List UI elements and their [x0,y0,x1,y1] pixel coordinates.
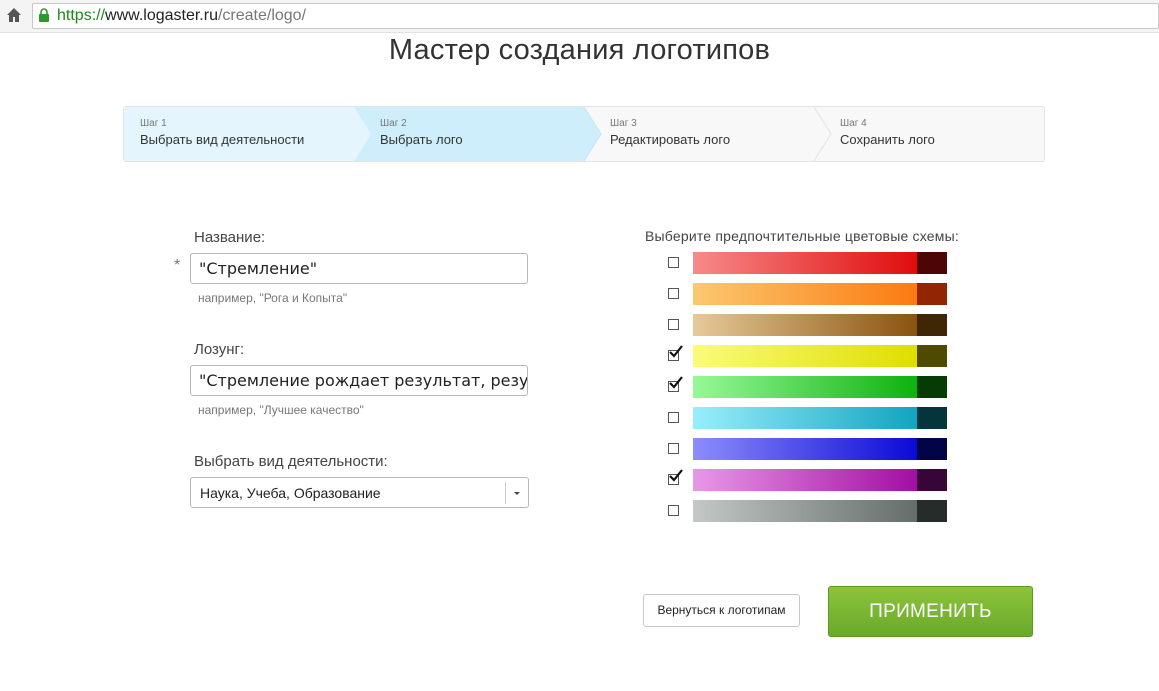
color-scheme-checkbox[interactable] [668,443,679,454]
activity-label: Выбрать вид деятельности: [194,453,388,470]
required-mark: * [174,257,181,274]
step-label: Выбрать лого [380,132,463,147]
step-number: Шаг 2 [380,118,407,129]
color-scheme-blue[interactable] [665,438,947,460]
color-dark-swatch[interactable] [917,283,947,305]
color-schemes-title: Выберите предпочтительные цветовые схемы… [645,228,959,244]
lock-icon [39,8,49,22]
step-1[interactable]: Шаг 1 Выбрать вид деятельности [140,118,304,147]
checkmark-icon [669,469,683,482]
dropdown-arrow[interactable] [505,482,528,504]
color-dark-swatch[interactable] [917,438,947,460]
name-label: Название: [194,229,266,246]
browser-address-bar: https://www.logaster.ru/create/logo/ [0,0,1159,33]
color-dark-swatch[interactable] [917,469,947,491]
url-path: /create/logo/ [217,7,307,24]
color-scheme-checkbox[interactable] [668,412,679,423]
color-gradient-bar[interactable] [693,376,917,398]
checkmark-icon [669,345,683,358]
color-scheme-checkbox[interactable] [668,257,679,268]
color-scheme-checkbox[interactable] [668,505,679,516]
color-gradient-bar[interactable] [693,345,917,367]
color-scheme-gray[interactable] [665,500,947,522]
color-scheme-yellow[interactable] [665,345,947,367]
step-number: Шаг 1 [140,118,167,129]
step-3: Шаг 3 Редактировать лого [610,118,730,147]
color-scheme-checkbox[interactable] [668,319,679,330]
color-scheme-green[interactable] [665,376,947,398]
home-icon[interactable] [6,7,22,23]
apply-button[interactable]: ПРИМЕНИТЬ [828,586,1033,637]
color-scheme-checkbox[interactable] [668,288,679,299]
page-title: Мастер создания логотипов [388,34,771,66]
color-dark-swatch[interactable] [917,500,947,522]
step-4: Шаг 4 Сохранить лого [840,118,935,147]
step-number: Шаг 3 [610,118,637,129]
color-dark-swatch[interactable] [917,314,947,336]
color-scheme-brown[interactable] [665,314,947,336]
back-to-logos-button[interactable]: Вернуться к логотипам [643,594,800,627]
color-gradient-bar[interactable] [693,438,917,460]
chevron-down-icon [514,492,520,495]
activity-select[interactable]: Наука, Учеба, Образование [190,477,529,508]
color-scheme-orange[interactable] [665,283,947,305]
step-label: Сохранить лого [840,132,935,147]
color-dark-swatch[interactable] [917,376,947,398]
color-dark-swatch[interactable] [917,407,947,429]
color-scheme-purple[interactable] [665,469,947,491]
color-scheme-cyan[interactable] [665,407,947,429]
slogan-label: Лозунг: [194,341,245,358]
step-2[interactable]: Шаг 2 Выбрать лого [380,118,463,147]
step-number: Шаг 4 [840,118,867,129]
color-gradient-bar[interactable] [693,283,917,305]
color-gradient-bar[interactable] [693,252,917,274]
slogan-input[interactable]: "Стремление рождает результат, резул [190,365,528,396]
step-label: Редактировать лого [610,132,731,147]
url-host: www.logaster.ru [105,7,218,24]
color-gradient-bar[interactable] [693,469,917,491]
step-label: Выбрать вид деятельности [140,132,305,147]
url-scheme: https:// [57,7,106,24]
color-dark-swatch[interactable] [917,252,947,274]
url-field[interactable]: https://www.logaster.ru/create/logo/ [32,3,1159,29]
url-text: https://www.logaster.ru/create/logo/ [57,7,306,25]
color-gradient-bar[interactable] [693,314,917,336]
wizard-steps: Шаг 1 Выбрать вид деятельности Шаг 2 Выб… [123,106,1045,162]
color-scheme-red[interactable] [665,252,947,274]
slogan-hint: например, "Лучшее качество" [198,403,364,417]
activity-selected-value: Наука, Учеба, Образование [200,485,381,501]
name-hint: например, "Рога и Копыта" [198,291,348,305]
color-dark-swatch[interactable] [917,345,947,367]
color-gradient-bar[interactable] [693,407,917,429]
checkmark-icon [669,376,683,389]
name-input[interactable]: "Стремление" [190,253,528,284]
color-gradient-bar[interactable] [693,500,917,522]
